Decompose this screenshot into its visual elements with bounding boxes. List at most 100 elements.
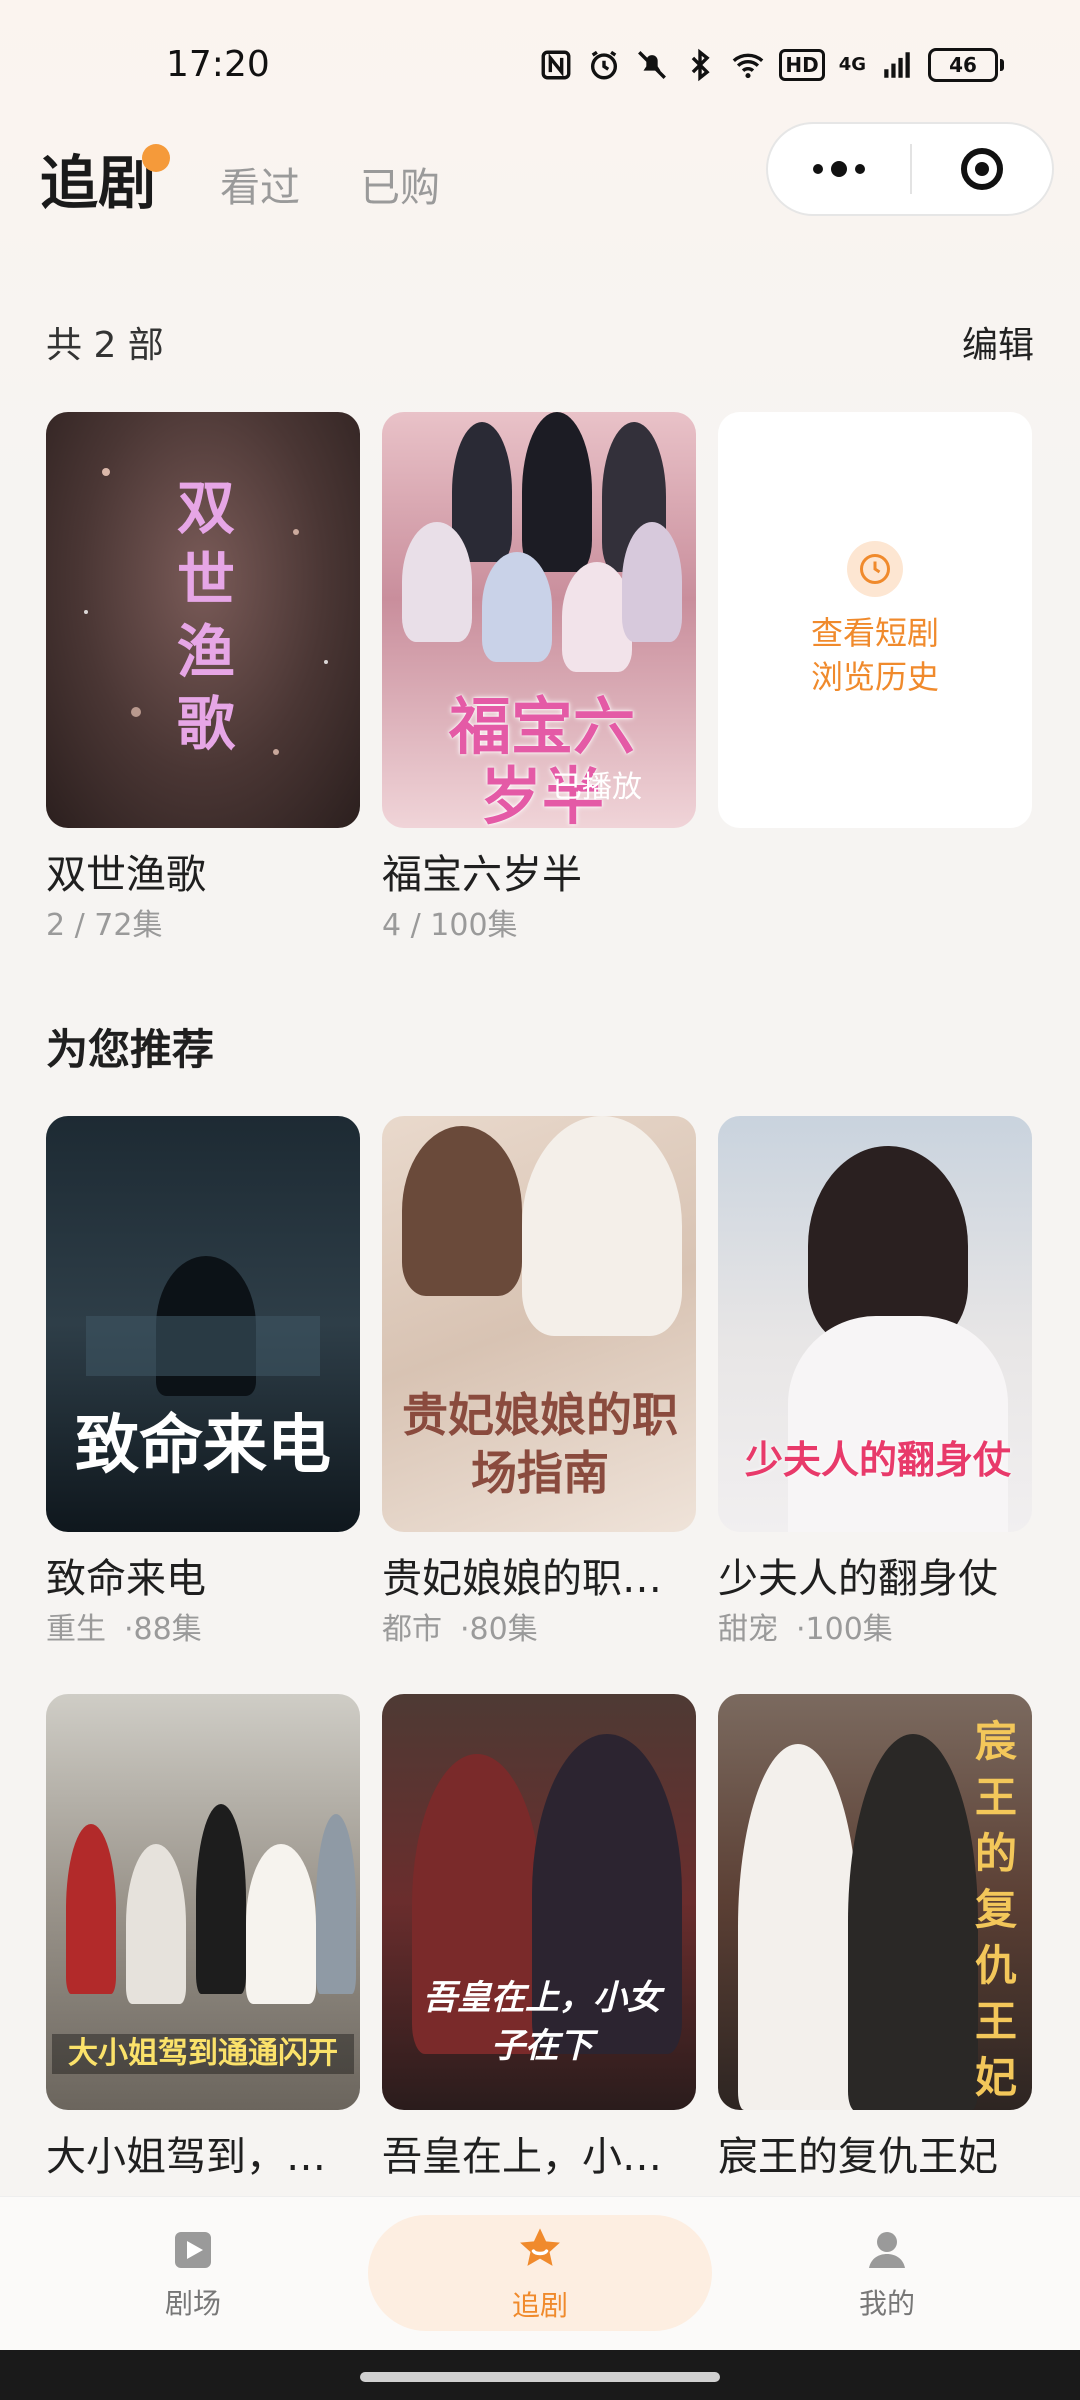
tab-following[interactable]: 追剧 xyxy=(40,144,171,218)
poster-figure xyxy=(738,1744,858,2110)
alarm-icon xyxy=(591,50,618,80)
card-tag: 都市 xyxy=(382,1612,442,1647)
poster-image: 福宝六岁半 已播放 xyxy=(382,412,696,828)
more-dot xyxy=(813,164,823,174)
battery-tip xyxy=(1000,59,1004,71)
recommend-title: 为您推荐 xyxy=(46,1025,215,1074)
close-button[interactable] xyxy=(912,124,1052,214)
tab-following-label: 追剧 xyxy=(40,149,157,217)
network-type: 4G xyxy=(838,54,866,75)
more-button[interactable] xyxy=(768,124,910,214)
nfc-icon xyxy=(541,50,571,80)
card-title: 宸王的复仇王妃 xyxy=(718,2134,998,2180)
card-title: 致命来电 xyxy=(46,1556,206,1602)
notification-dot xyxy=(142,144,171,172)
recommend-card[interactable]: 少夫人的翻身仗 少夫人的翻身仗 甜宠 ·100集 xyxy=(718,1116,1032,1650)
recommend-card[interactable]: 贵妃娘娘的职场指南 贵妃娘娘的职… 都市 ·80集 xyxy=(382,1116,696,1650)
poster-figure xyxy=(522,1116,682,1336)
clock-icon xyxy=(847,541,903,597)
poster-image: 吾皇在上，小女子在下 xyxy=(382,1694,696,2110)
poster-figure xyxy=(246,1844,316,2004)
poster-figure xyxy=(848,1734,978,2110)
card-tag: 甜宠 xyxy=(718,1612,778,1647)
signal-icon xyxy=(884,52,910,78)
poster-text: 宸王的复仇王妃 xyxy=(974,1717,1017,2102)
card-title: 双世渔歌 xyxy=(46,852,206,898)
edit-button[interactable]: 编辑 xyxy=(962,316,1034,368)
tracked-card[interactable]: 双世渔歌 双世渔歌 2 / 72集 xyxy=(46,412,360,946)
bottom-nav: 剧场 追剧 我的 xyxy=(0,2196,1080,2351)
poster-image: 少夫人的翻身仗 xyxy=(718,1116,1032,1532)
poster-image: 贵妃娘娘的职场指南 xyxy=(382,1116,696,1532)
history-label-line2: 浏览历史 xyxy=(810,658,939,696)
card-episodes: ·80集 xyxy=(460,1612,538,1647)
card-title: 少夫人的翻身仗 xyxy=(718,1556,998,1602)
card-title: 吾皇在上，小… xyxy=(382,2134,662,2180)
card-episodes: ·88集 xyxy=(124,1612,202,1647)
card-meta: 重生 ·88集 xyxy=(46,1610,360,1650)
history-card[interactable]: 查看短剧 浏览历史 xyxy=(718,412,1032,828)
recommend-card[interactable]: 致命来电 致命来电 重生 ·88集 xyxy=(46,1116,360,1650)
person-icon xyxy=(869,2232,905,2268)
poster-figure xyxy=(316,1814,356,1994)
nav-following[interactable]: 追剧 xyxy=(468,2197,612,2351)
recommend-card[interactable]: 宸王的复仇王妃 宸王的复仇王妃 xyxy=(718,1694,1032,2182)
nav-label: 我的 xyxy=(858,2287,915,2320)
status-bar: 17:20 HD 4G 46 xyxy=(0,0,1080,136)
poster-figure xyxy=(402,522,472,642)
bluetooth-icon xyxy=(692,48,710,82)
card-title: 福宝六岁半 xyxy=(382,852,582,898)
battery-icon: 46 xyxy=(928,48,1004,82)
star-icon xyxy=(520,2228,560,2266)
poster-image: 大小姐驾到通通闪开 xyxy=(46,1694,360,2110)
card-progress: 2 / 72集 xyxy=(46,908,163,943)
nav-theater[interactable]: 剧场 xyxy=(120,2197,266,2351)
more-dot xyxy=(831,161,847,177)
recommend-card[interactable]: 大小姐驾到通通闪开 大小姐驾到，… xyxy=(46,1694,360,2182)
poster-text: 大小姐驾到通通闪开 xyxy=(52,2034,354,2074)
poster-text: 双世渔歌 xyxy=(176,474,235,758)
poster-text: 致命来电 xyxy=(75,1408,331,1483)
card-title: 贵妃娘娘的职… xyxy=(382,1556,662,1602)
card-episodes: ·100集 xyxy=(796,1612,893,1647)
tab-purchased[interactable]: 已购 xyxy=(360,158,440,218)
poster-figure xyxy=(482,552,552,662)
home-indicator[interactable] xyxy=(360,2372,720,2382)
poster-text: 吾皇在上，小女子在下 xyxy=(423,1978,661,2066)
card-progress: 4 / 100集 xyxy=(382,908,518,943)
mini-program-capsule xyxy=(766,122,1054,216)
tracked-count: 共 2 部 xyxy=(46,325,164,366)
recommend-card[interactable]: 吾皇在上，小女子在下 吾皇在上，小… xyxy=(382,1694,696,2182)
poster-text: 少夫人的翻身仗 xyxy=(744,1438,1011,1482)
poster-figure xyxy=(788,1316,1008,1532)
wifi-icon xyxy=(733,53,764,79)
poster-figure xyxy=(196,1804,246,1994)
poster-text: 贵妃娘娘的职场指南 xyxy=(402,1388,678,1500)
play-icon xyxy=(175,2232,211,2268)
close-target-icon xyxy=(961,148,1003,190)
mute-icon xyxy=(638,51,667,79)
poster-image: 宸王的复仇王妃 xyxy=(718,1694,1032,2110)
status-time: 17:20 xyxy=(166,44,270,85)
poster-figure xyxy=(622,522,682,642)
tracked-card[interactable]: 福宝六岁半 已播放 福宝六岁半 4 / 100集 xyxy=(382,412,696,946)
poster-figure xyxy=(522,412,592,572)
hd-badge: HD xyxy=(779,49,825,81)
poster-image: 双世渔歌 xyxy=(46,412,360,828)
card-meta: 都市 ·80集 xyxy=(382,1610,696,1650)
nav-label: 追剧 xyxy=(511,2289,568,2322)
poster-figure xyxy=(66,1824,116,1994)
nav-me[interactable]: 我的 xyxy=(814,2197,960,2351)
battery-level: 46 xyxy=(928,48,998,82)
poster-image: 致命来电 xyxy=(46,1116,360,1532)
tab-watched[interactable]: 看过 xyxy=(220,158,300,218)
poster-text: 福宝六岁半 xyxy=(448,690,635,829)
history-label-line1: 查看短剧 xyxy=(810,614,939,652)
card-title: 大小姐驾到，… xyxy=(46,2134,326,2180)
status-icons: HD 4G 46 xyxy=(539,48,1004,82)
nav-label: 剧场 xyxy=(164,2287,221,2320)
more-dot xyxy=(855,164,865,174)
poster-figure xyxy=(126,1844,186,2004)
card-tag: 重生 xyxy=(46,1612,106,1647)
played-badge: 已播放 xyxy=(552,770,642,805)
